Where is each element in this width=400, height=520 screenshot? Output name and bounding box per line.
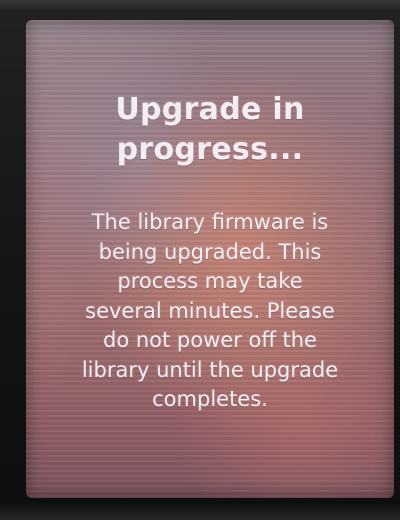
dialog-message-line: being upgraded. This <box>98 239 322 264</box>
lcd-screen: Upgrade in progress... The library firmw… <box>26 20 394 498</box>
dialog-message-line: library until the upgrade <box>81 357 339 382</box>
dialog-title-line-1: Upgrade in <box>115 92 305 127</box>
dialog-title-line-2: progress... <box>116 132 304 167</box>
upgrade-status-dialog: Upgrade in progress... The library firmw… <box>26 20 394 498</box>
dialog-message-line: several minutes. Please <box>85 298 335 323</box>
dialog-message-line: do not power off the <box>103 328 317 352</box>
bezel-bottom-edge <box>0 502 400 520</box>
bezel-top-edge <box>0 0 400 12</box>
device-bezel: Upgrade in progress... The library firmw… <box>0 0 400 520</box>
dialog-message-line: The library firmware is <box>91 210 329 234</box>
dialog-message-line: completes. <box>152 387 268 411</box>
dialog-message-line: process may take <box>117 269 303 293</box>
dialog-title: Upgrade in progress... <box>44 90 376 170</box>
dialog-message: The library firmware is being upgraded. … <box>44 208 376 415</box>
